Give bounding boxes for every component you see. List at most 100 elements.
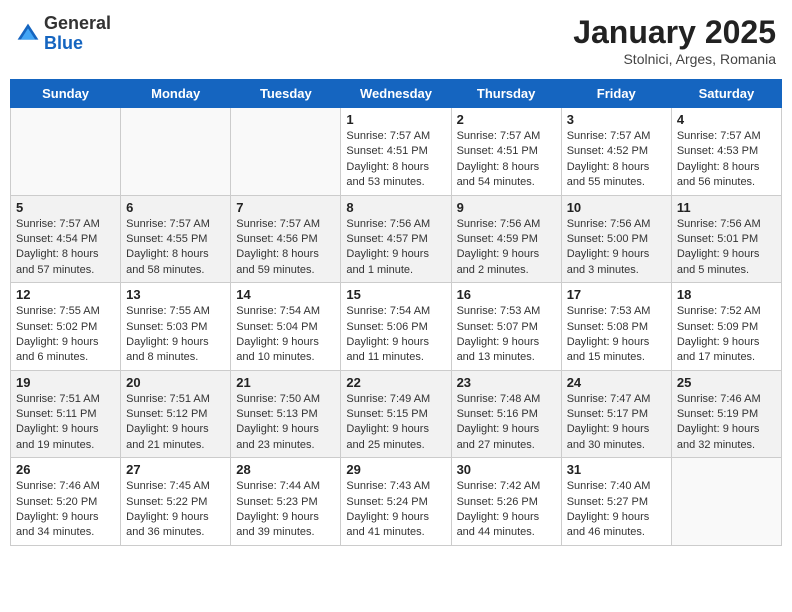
day-number: 13: [126, 287, 225, 302]
calendar-week-row: 12Sunrise: 7:55 AMSunset: 5:02 PMDayligh…: [11, 283, 782, 371]
cell-content: Sunrise: 7:46 AMSunset: 5:19 PMDaylight:…: [677, 392, 776, 454]
calendar-cell: [231, 108, 341, 196]
calendar-cell: 30 Sunrise: 7:42 AMSunset: 5:26 PMDayligh…: [451, 458, 561, 546]
cell-content: Sunrise: 7:57 AMSunset: 4:51 PMDaylight:…: [457, 129, 556, 191]
day-number: 31: [567, 462, 666, 477]
calendar-cell: [121, 108, 231, 196]
calendar-cell: [11, 108, 121, 196]
cell-content: Sunrise: 7:53 AMSunset: 5:07 PMDaylight:…: [457, 304, 556, 366]
logo-general: General: [44, 14, 111, 34]
calendar-cell: 26 Sunrise: 7:46 AMSunset: 5:20 PMDayligh…: [11, 458, 121, 546]
cell-content: Sunrise: 7:55 AMSunset: 5:03 PMDaylight:…: [126, 304, 225, 366]
calendar-cell: 23 Sunrise: 7:48 AMSunset: 5:16 PMDayligh…: [451, 370, 561, 458]
weekday-header-sunday: Sunday: [11, 80, 121, 108]
calendar-cell: 4 Sunrise: 7:57 AMSunset: 4:53 PMDaylight…: [671, 108, 781, 196]
day-number: 6: [126, 200, 225, 215]
calendar-week-row: 5 Sunrise: 7:57 AMSunset: 4:54 PMDaylight…: [11, 195, 782, 283]
day-number: 22: [346, 375, 445, 390]
cell-content: Sunrise: 7:57 AMSunset: 4:53 PMDaylight:…: [677, 129, 776, 191]
cell-content: Sunrise: 7:57 AMSunset: 4:51 PMDaylight:…: [346, 129, 445, 191]
day-number: 1: [346, 112, 445, 127]
page-subtitle: Stolnici, Arges, Romania: [573, 51, 776, 67]
day-number: 20: [126, 375, 225, 390]
calendar-cell: 21 Sunrise: 7:50 AMSunset: 5:13 PMDayligh…: [231, 370, 341, 458]
weekday-header-monday: Monday: [121, 80, 231, 108]
day-number: 10: [567, 200, 666, 215]
day-number: 12: [16, 287, 115, 302]
day-number: 17: [567, 287, 666, 302]
cell-content: Sunrise: 7:57 AMSunset: 4:56 PMDaylight:…: [236, 217, 335, 279]
weekday-header-tuesday: Tuesday: [231, 80, 341, 108]
weekday-header-saturday: Saturday: [671, 80, 781, 108]
page-header: General Blue January 2025 Stolnici, Arge…: [10, 10, 782, 71]
calendar-cell: 27 Sunrise: 7:45 AMSunset: 5:22 PMDayligh…: [121, 458, 231, 546]
cell-content: Sunrise: 7:48 AMSunset: 5:16 PMDaylight:…: [457, 392, 556, 454]
day-number: 18: [677, 287, 776, 302]
calendar-cell: 7 Sunrise: 7:57 AMSunset: 4:56 PMDaylight…: [231, 195, 341, 283]
calendar-cell: 9Sunrise: 7:56 AMSunset: 4:59 PMDaylight…: [451, 195, 561, 283]
calendar-cell: 28 Sunrise: 7:44 AMSunset: 5:23 PMDayligh…: [231, 458, 341, 546]
cell-content: Sunrise: 7:56 AMSunset: 5:01 PMDaylight:…: [677, 217, 776, 279]
calendar-table: SundayMondayTuesdayWednesdayThursdayFrid…: [10, 79, 782, 546]
cell-content: Sunrise: 7:46 AMSunset: 5:20 PMDaylight:…: [16, 479, 115, 541]
day-number: 24: [567, 375, 666, 390]
day-number: 19: [16, 375, 115, 390]
calendar-cell: 25 Sunrise: 7:46 AMSunset: 5:19 PMDayligh…: [671, 370, 781, 458]
logo-icon: [16, 22, 40, 46]
cell-content: Sunrise: 7:57 AMSunset: 4:54 PMDaylight:…: [16, 217, 115, 279]
day-number: 2: [457, 112, 556, 127]
day-number: 23: [457, 375, 556, 390]
cell-content: Sunrise: 7:42 AMSunset: 5:26 PMDaylight:…: [457, 479, 556, 541]
calendar-cell: 19Sunrise: 7:51 AMSunset: 5:11 PMDayligh…: [11, 370, 121, 458]
cell-content: Sunrise: 7:57 AMSunset: 4:52 PMDaylight:…: [567, 129, 666, 191]
calendar-cell: 17 Sunrise: 7:53 AMSunset: 5:08 PMDayligh…: [561, 283, 671, 371]
day-number: 30: [457, 462, 556, 477]
calendar-cell: 18Sunrise: 7:52 AMSunset: 5:09 PMDayligh…: [671, 283, 781, 371]
logo-text: General Blue: [44, 14, 111, 54]
logo-blue: Blue: [44, 34, 111, 54]
calendar-cell: 12Sunrise: 7:55 AMSunset: 5:02 PMDayligh…: [11, 283, 121, 371]
cell-content: Sunrise: 7:49 AMSunset: 5:15 PMDaylight:…: [346, 392, 445, 454]
day-number: 26: [16, 462, 115, 477]
weekday-header-thursday: Thursday: [451, 80, 561, 108]
day-number: 28: [236, 462, 335, 477]
day-number: 21: [236, 375, 335, 390]
calendar-cell: 16 Sunrise: 7:53 AMSunset: 5:07 PMDayligh…: [451, 283, 561, 371]
cell-content: Sunrise: 7:56 AMSunset: 5:00 PMDaylight:…: [567, 217, 666, 279]
cell-content: Sunrise: 7:47 AMSunset: 5:17 PMDaylight:…: [567, 392, 666, 454]
cell-content: Sunrise: 7:44 AMSunset: 5:23 PMDaylight:…: [236, 479, 335, 541]
calendar-cell: 31 Sunrise: 7:40 AMSunset: 5:27 PMDayligh…: [561, 458, 671, 546]
day-number: 8: [346, 200, 445, 215]
calendar-cell: 1 Sunrise: 7:57 AMSunset: 4:51 PMDaylight…: [341, 108, 451, 196]
calendar-cell: 6Sunrise: 7:57 AMSunset: 4:55 PMDaylight…: [121, 195, 231, 283]
cell-content: Sunrise: 7:54 AMSunset: 5:04 PMDaylight:…: [236, 304, 335, 366]
calendar-cell: 13 Sunrise: 7:55 AMSunset: 5:03 PMDayligh…: [121, 283, 231, 371]
calendar-cell: 2 Sunrise: 7:57 AMSunset: 4:51 PMDaylight…: [451, 108, 561, 196]
calendar-cell: 10 Sunrise: 7:56 AMSunset: 5:00 PMDayligh…: [561, 195, 671, 283]
calendar-cell: 14 Sunrise: 7:54 AMSunset: 5:04 PMDayligh…: [231, 283, 341, 371]
page-title: January 2025: [573, 14, 776, 51]
day-number: 14: [236, 287, 335, 302]
calendar-cell: 24 Sunrise: 7:47 AMSunset: 5:17 PMDayligh…: [561, 370, 671, 458]
day-number: 4: [677, 112, 776, 127]
day-number: 27: [126, 462, 225, 477]
cell-content: Sunrise: 7:40 AMSunset: 5:27 PMDaylight:…: [567, 479, 666, 541]
day-number: 25: [677, 375, 776, 390]
cell-content: Sunrise: 7:53 AMSunset: 5:08 PMDaylight:…: [567, 304, 666, 366]
calendar-week-row: 26 Sunrise: 7:46 AMSunset: 5:20 PMDayligh…: [11, 458, 782, 546]
cell-content: Sunrise: 7:45 AMSunset: 5:22 PMDaylight:…: [126, 479, 225, 541]
cell-content: Sunrise: 7:50 AMSunset: 5:13 PMDaylight:…: [236, 392, 335, 454]
cell-content: Sunrise: 7:56 AMSunset: 4:57 PMDaylight:…: [346, 217, 445, 279]
weekday-header-wednesday: Wednesday: [341, 80, 451, 108]
day-number: 5: [16, 200, 115, 215]
day-number: 15: [346, 287, 445, 302]
calendar-week-row: 19Sunrise: 7:51 AMSunset: 5:11 PMDayligh…: [11, 370, 782, 458]
logo: General Blue: [16, 14, 111, 54]
day-number: 7: [236, 200, 335, 215]
calendar-cell: 3Sunrise: 7:57 AMSunset: 4:52 PMDaylight…: [561, 108, 671, 196]
day-number: 16: [457, 287, 556, 302]
day-number: 29: [346, 462, 445, 477]
day-number: 9: [457, 200, 556, 215]
calendar-cell: 20Sunrise: 7:51 AMSunset: 5:12 PMDayligh…: [121, 370, 231, 458]
calendar-cell: 22 Sunrise: 7:49 AMSunset: 5:15 PMDayligh…: [341, 370, 451, 458]
